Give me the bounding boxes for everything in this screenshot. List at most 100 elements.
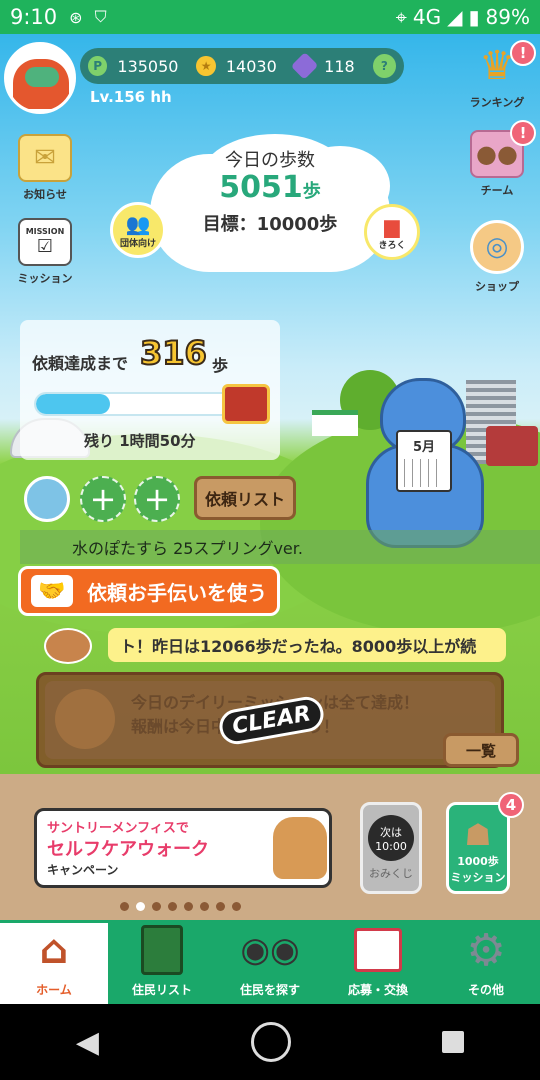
carousel-dots	[120, 902, 241, 911]
banner-character	[273, 817, 327, 879]
campaign-banner[interactable]: サントリーメンフィスで セルフケアウォーク キャンペーン	[34, 808, 332, 888]
points-value: 135050	[117, 56, 179, 76]
request-help-button[interactable]: 🤝 依頼お手伝いを使う	[18, 566, 280, 616]
data-saver-icon: ⊛	[69, 7, 83, 27]
request-label: 依頼達成まで	[32, 354, 129, 373]
signal-icon: ◢	[447, 5, 463, 29]
daily-character-icon	[55, 689, 115, 749]
gear-icon: ⚙	[466, 924, 506, 976]
character-mascot[interactable]: 5月	[366, 378, 484, 548]
omikuji-button[interactable]: 次は 10:00 おみくじ	[360, 802, 422, 894]
carousel-dot[interactable]	[136, 902, 145, 911]
omikuji-caption: おみくじ	[369, 867, 413, 880]
omikuji-timer: 次は 10:00	[368, 815, 414, 861]
system-nav-bar: ◀	[0, 1004, 540, 1080]
coins-value: 14030	[225, 56, 277, 76]
mission-1000-badge: 4	[498, 792, 524, 818]
group-button[interactable]: 👥 団体向け	[110, 202, 166, 258]
tab-find-resident[interactable]: ◉◉ 住民を探す	[216, 920, 324, 1004]
recents-icon[interactable]	[442, 1031, 465, 1053]
calendar-icon: 5月	[396, 430, 452, 492]
treasure-chest-icon[interactable]	[222, 384, 270, 424]
gems-value: 118	[324, 56, 355, 76]
banner-line2: セルフケアウォーク	[47, 839, 209, 860]
helper-slot-filled[interactable]	[24, 476, 70, 522]
ranking-label: ランキング	[469, 96, 525, 109]
mission-label: ミッション	[17, 272, 73, 285]
status-time: 9:10	[10, 5, 58, 29]
request-unit: 歩	[212, 356, 229, 375]
helper-slot-empty[interactable]: +	[80, 476, 126, 522]
team-alert-badge: !	[510, 120, 536, 146]
mission-1000-button[interactable]: ☗ 1000歩 ミッション	[446, 802, 510, 894]
bar-chart-icon: ▆	[384, 213, 400, 238]
battery-level: 89%	[485, 5, 530, 29]
request-title: 水のぽたすら 25スプリングver.	[20, 530, 540, 564]
tab-other-label: その他	[467, 983, 504, 997]
status-bar: 9:10 ⊛ ⛉ ⌖ 4G ◢ ▮ 89%	[0, 0, 540, 34]
back-icon[interactable]: ◀	[76, 1025, 99, 1060]
help-button[interactable]: ?	[372, 54, 396, 78]
carousel-dot[interactable]	[120, 902, 129, 911]
carousel-dot[interactable]	[184, 902, 193, 911]
tab-apply-exchange-label: 応募・交換	[347, 983, 408, 997]
request-help-label: 依頼お手伝いを使う	[87, 580, 267, 605]
omikuji-next: 次は	[380, 825, 402, 839]
carousel-dot[interactable]	[200, 902, 209, 911]
network-label: 4G	[412, 5, 442, 29]
tab-find-resident-label: 住民を探す	[239, 983, 300, 997]
coin-icon: ★	[196, 56, 216, 76]
request-time-left: 残り 1時間50分	[84, 432, 196, 450]
omikuji-time: 10:00	[375, 839, 407, 853]
ranking-alert-badge: !	[510, 40, 536, 66]
location-icon: ⌖	[395, 5, 407, 29]
record-button[interactable]: ▆ きろく	[364, 204, 420, 260]
carousel-dot[interactable]	[168, 902, 177, 911]
carousel-dot[interactable]	[232, 902, 241, 911]
daily-list-button[interactable]: 一覧	[443, 733, 519, 767]
carousel-dot[interactable]	[152, 902, 161, 911]
gate-building	[486, 426, 538, 466]
handshake-icon: 🤝	[31, 575, 73, 607]
tab-bar: ⌂ ホーム 住民リスト ◉◉ 住民を探す 応募・交換 ⚙ その他	[0, 920, 540, 1004]
gem-icon	[290, 52, 319, 80]
shop-label: ショップ	[475, 280, 519, 293]
tab-resident-list-label: 住民リスト	[131, 983, 192, 997]
steps-count-value: 5051	[219, 170, 303, 205]
steps-title: 今日の歩数	[225, 150, 315, 171]
house-icon: ⌂	[39, 927, 69, 973]
tab-resident-list[interactable]: 住民リスト	[108, 920, 216, 1004]
points-icon: P	[88, 56, 108, 76]
avatar[interactable]	[4, 42, 76, 114]
request-progress-fill	[36, 394, 111, 414]
tab-other[interactable]: ⚙ その他	[432, 920, 540, 1004]
daily-mission-panel[interactable]: 今日のデイリーミッションは全て達成！ 報酬は今日中に受け取ろう！ CLEAR 一…	[36, 672, 519, 768]
tab-home[interactable]: ⌂ ホーム	[0, 920, 108, 1004]
tab-apply-exchange[interactable]: 応募・交換	[324, 920, 432, 1004]
steps-count: 5051歩	[0, 170, 540, 205]
ranking-button[interactable]: ♛ ランキング !	[462, 40, 536, 110]
request-remaining-steps: 316	[139, 333, 208, 373]
banner-line3: キャンペーン	[47, 863, 119, 877]
steps-unit: 歩	[302, 181, 321, 202]
battery-icon: ▮	[468, 5, 480, 29]
request-list-button[interactable]: 依頼リスト	[194, 476, 296, 520]
currency-bar: P 135050 ★ 14030 118 ?	[80, 48, 404, 84]
mission-1000-label: 1000歩 ミッション	[450, 855, 506, 884]
book-icon	[133, 923, 191, 977]
home-icon[interactable]	[250, 1022, 291, 1062]
calendar-month: 5月	[412, 440, 436, 455]
ticker-character-icon	[44, 628, 92, 664]
shield-icon: ⛉	[94, 7, 107, 26]
banner-line1: サントリーメンフィスで	[47, 821, 189, 836]
home-scene: 5月 P 135050 ★ 14030 118 ? Lv.156 hh ✉ お知…	[0, 34, 540, 774]
gift-icon	[349, 923, 407, 977]
steps-goal: 目標：10000歩	[202, 214, 338, 235]
record-label: きろく	[378, 240, 406, 251]
station-building	[312, 410, 358, 436]
helper-slot-empty[interactable]: +	[134, 476, 180, 522]
request-progress-bar	[34, 392, 234, 416]
tab-home-label: ホーム	[36, 983, 72, 997]
carousel-dot[interactable]	[216, 902, 225, 911]
group-label: 団体向け	[119, 238, 156, 249]
